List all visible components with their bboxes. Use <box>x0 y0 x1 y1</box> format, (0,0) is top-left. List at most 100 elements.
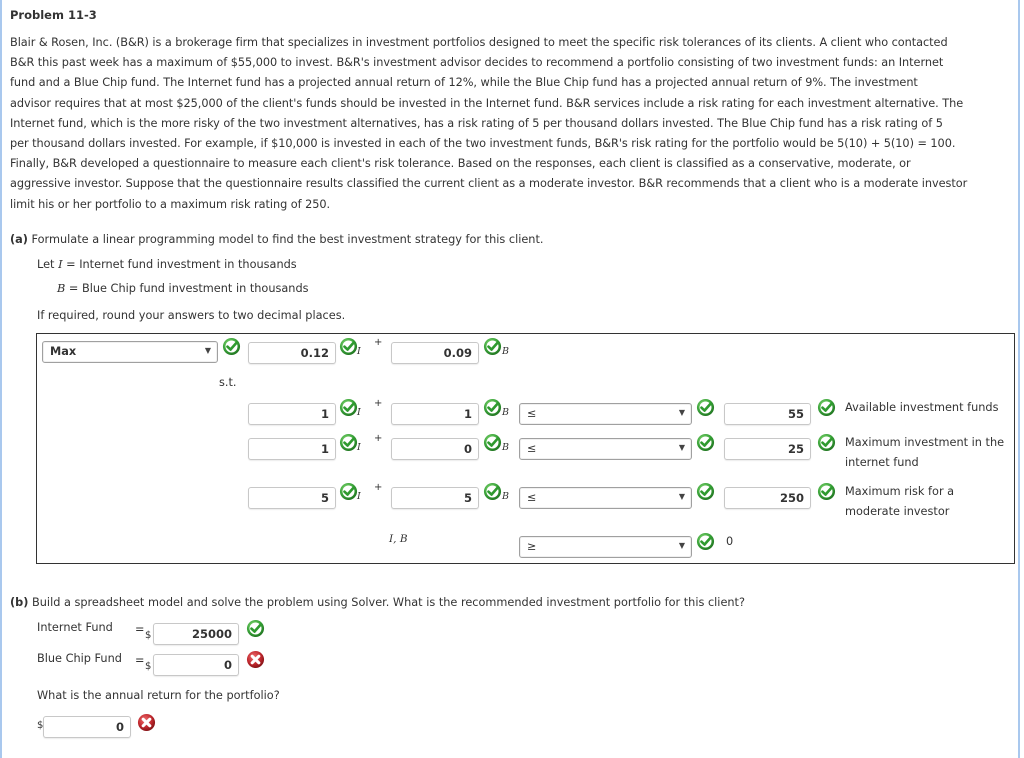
plus-sign: + <box>374 337 383 348</box>
chevron-down-icon: ▼ <box>678 492 685 501</box>
part-a-question: (a) Formulate a linear programming model… <box>10 233 543 246</box>
currency-symbol: $ <box>145 630 152 641</box>
constraint-1-description: Available investment funds <box>845 401 999 414</box>
variable-I-definition: Let I = Internet fund investment in thou… <box>37 258 297 271</box>
correct-check-icon <box>696 433 715 452</box>
variable-B-definition: B = Blue Chip fund investment in thousan… <box>57 282 309 295</box>
correct-check-icon <box>339 433 358 452</box>
problem-statement-line: Finally, B&R developed a questionnaire t… <box>10 157 911 171</box>
objective-type-select[interactable]: Max ▼ <box>42 341 218 363</box>
equals-sign: = <box>135 623 145 636</box>
part-b-question-text: Build a spreadsheet model and solve the … <box>32 596 745 609</box>
currency-symbol: $ <box>145 661 152 672</box>
description-line: Maximum investment in the <box>845 436 1005 449</box>
let-prefix: Let <box>37 258 59 271</box>
lp-model-box: Max ▼ 0.12 I + 0.09 B s.t. 1 I + 1 B ≤ ▼… <box>36 333 1015 564</box>
annual-return-input[interactable]: 0 <box>43 716 131 738</box>
subject-to-label: s.t. <box>219 376 237 389</box>
annual-return-question: What is the annual return for the portfo… <box>37 689 280 702</box>
problem-page: Problem 11-3 Blair & Rosen, Inc. (B&R) i… <box>0 0 1020 758</box>
objective-type-value: Max <box>50 345 77 358</box>
problem-statement-line: fund and a Blue Chip fund. The Internet … <box>10 76 918 90</box>
sub-I: I <box>357 442 361 453</box>
constraint-1-relation-select[interactable]: ≤ ▼ <box>519 403 692 425</box>
problem-statement-line: Internet fund, which is the more risky o… <box>10 116 943 130</box>
nonneg-variables: I, B <box>389 533 408 545</box>
sub-B: B <box>502 442 509 453</box>
correct-check-icon <box>696 398 715 417</box>
rounding-note: If required, round your answers to two d… <box>37 309 346 322</box>
sub-B: B <box>502 491 509 502</box>
relation-value: ≤ <box>527 491 537 504</box>
constraint-1-coef-I-input[interactable]: 1 <box>248 403 336 425</box>
plus-sign: + <box>374 482 383 493</box>
variable-B-def: = Blue Chip fund investment in thousands <box>65 282 309 295</box>
description-line: internet fund <box>845 456 919 469</box>
constraint-2-rhs-input[interactable]: 25 <box>724 438 811 460</box>
plus-sign: + <box>374 433 383 444</box>
variable-I-def: = Internet fund investment in thousands <box>62 258 297 271</box>
correct-check-icon <box>696 482 715 501</box>
part-a-label: (a) <box>10 233 28 246</box>
correct-check-icon <box>339 398 358 417</box>
constraint-2-description: Maximum investment in the internet fund <box>845 433 1004 473</box>
incorrect-x-icon <box>246 650 265 669</box>
internet-fund-label: Internet Fund <box>37 621 113 634</box>
description-line: moderate investor <box>845 505 950 518</box>
relation-value: ≤ <box>527 442 537 455</box>
constraint-3-coef-I-input[interactable]: 5 <box>248 487 336 509</box>
sub-I: I <box>357 491 361 502</box>
correct-check-icon <box>339 482 358 501</box>
objective-coef-B-input[interactable]: 0.09 <box>391 342 479 364</box>
sub-B: B <box>502 407 509 418</box>
nonneg-relation-select[interactable]: ≥ ▼ <box>519 536 692 558</box>
constraint-3-relation-select[interactable]: ≤ ▼ <box>519 487 692 509</box>
part-b-label: (b) <box>10 596 29 609</box>
sub-I: I <box>357 407 361 418</box>
problem-statement-line: Blair & Rosen, Inc. (B&R) is a brokerage… <box>10 36 948 49</box>
correct-check-icon <box>246 619 265 638</box>
correct-check-icon <box>696 532 715 551</box>
constraint-3-rhs-input[interactable]: 250 <box>724 487 811 509</box>
constraint-3-coef-B-input[interactable]: 5 <box>391 487 479 509</box>
nonneg-rhs: 0 <box>726 535 734 548</box>
chevron-down-icon: ▼ <box>678 408 685 417</box>
chevron-down-icon: ▼ <box>678 443 685 452</box>
correct-check-icon <box>483 337 502 356</box>
correct-check-icon <box>817 482 836 501</box>
constraint-2-coef-I-input[interactable]: 1 <box>248 438 336 460</box>
correct-check-icon <box>222 337 241 356</box>
correct-check-icon <box>339 337 358 356</box>
problem-title: Problem 11-3 <box>10 8 97 22</box>
equals-sign: = <box>135 654 145 667</box>
blue-chip-fund-input[interactable]: 0 <box>153 654 239 676</box>
chevron-down-icon: ▼ <box>678 541 685 550</box>
constraint-2-coef-B-input[interactable]: 0 <box>391 438 479 460</box>
correct-check-icon <box>817 398 836 417</box>
internet-fund-input[interactable]: 25000 <box>153 623 239 645</box>
constraint-1-coef-B-input[interactable]: 1 <box>391 403 479 425</box>
description-line: Maximum risk for a <box>845 485 955 498</box>
part-a-question-text: Formulate a linear programming model to … <box>31 233 544 246</box>
plus-sign: + <box>374 398 383 409</box>
objective-coef-I-input[interactable]: 0.12 <box>248 342 336 364</box>
correct-check-icon <box>483 398 502 417</box>
constraint-2-relation-select[interactable]: ≤ ▼ <box>519 438 692 460</box>
constraint-1-rhs-input[interactable]: 55 <box>724 403 811 425</box>
constraint-3-description: Maximum risk for a moderate investor <box>845 482 954 522</box>
incorrect-x-icon <box>137 713 156 732</box>
correct-check-icon <box>483 433 502 452</box>
sub-B: B <box>502 346 509 357</box>
problem-statement-line: limit his or her portfolio to a maximum … <box>10 197 331 211</box>
correct-check-icon <box>483 482 502 501</box>
correct-check-icon <box>817 433 836 452</box>
problem-statement-line: aggressive investor. Suppose that the qu… <box>10 177 968 191</box>
problem-statement-line: B&R this past week has a maximum of $55,… <box>10 56 944 70</box>
problem-statement: Blair & Rosen, Inc. (B&R) is a brokerage… <box>10 33 1016 215</box>
problem-statement-line: per thousand dollars invested. For examp… <box>10 137 956 151</box>
part-b-question: (b) Build a spreadsheet model and solve … <box>10 596 745 609</box>
chevron-down-icon: ▼ <box>204 346 211 355</box>
sub-I: I <box>357 346 361 357</box>
relation-value: ≥ <box>527 540 537 553</box>
blue-chip-fund-label: Blue Chip Fund <box>37 652 122 665</box>
